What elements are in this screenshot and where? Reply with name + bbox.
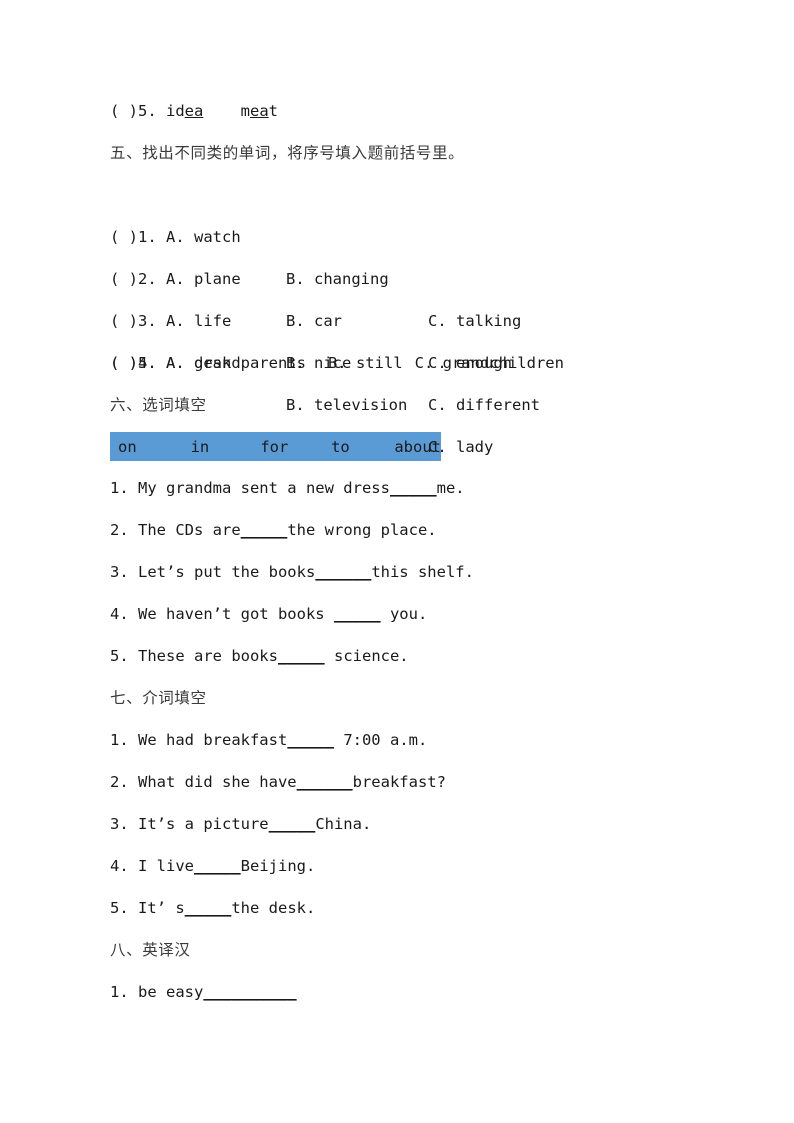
mc-row-5: ( )5. A. grandparents B. still C. grandchi…	[110, 342, 690, 384]
question-text: 3. Let’s put the books	[110, 563, 316, 581]
question-text: 1. My grandma sent a new dress	[110, 479, 390, 497]
mc-option-a: ( )5. A. grandparents	[110, 354, 306, 372]
word-bank-item-in: in	[190, 437, 210, 456]
answer-blank[interactable]: _____	[278, 647, 325, 665]
answer-blank[interactable]: __________	[203, 983, 296, 1001]
section-five-heading: 五、找出不同类的单词，将序号填入题前括号里。	[110, 144, 465, 162]
section-six-question-1: 1. My grandma sent a new dress_____me.	[110, 467, 690, 509]
mc-row-2: ( )2. A. plane B. car C. enough	[110, 216, 690, 372]
question-text-after: you.	[380, 605, 428, 623]
question-text: 1. We had breakfast	[110, 731, 288, 749]
worksheet-page: ( )5. idea meat 五、找出不同类的单词，将序号填入题前括号里。 (…	[0, 0, 794, 1123]
item-underline-1: ea	[184, 102, 204, 120]
question-text-after: the desk.	[231, 899, 316, 917]
answer-blank[interactable]: ______	[315, 563, 371, 581]
section-six-question-5: 5. These are books_____ science.	[110, 635, 690, 677]
question-text: 4. We haven’t got books	[110, 605, 334, 623]
mc-row-1: ( )1. A. watch B. changing C. talking	[110, 174, 690, 330]
section-eight-question-1: 1. be easy__________	[110, 971, 690, 1013]
item-prefix: ( )5. id	[110, 102, 185, 120]
answer-blank[interactable]: _____	[269, 815, 316, 833]
word-bank-item-for: for	[260, 437, 289, 456]
question-text: 4. I live	[110, 857, 194, 875]
section-six-question-3: 3. Let’s put the books______this shelf.	[110, 551, 690, 593]
question-text: 2. The CDs are	[110, 521, 241, 539]
mc-option-c: C. grandchildren	[414, 354, 564, 372]
mc-option-b: B. television	[286, 396, 408, 414]
word-bank-item-to: to	[331, 437, 350, 456]
section-eight-heading: 八、英译汉	[110, 941, 191, 959]
document-content: ( )5. idea meat 五、找出不同类的单词，将序号填入题前括号里。 (…	[110, 90, 690, 1013]
question-text-after: this shelf.	[371, 563, 474, 581]
answer-blank[interactable]: _____	[390, 479, 437, 497]
question-text: 3. It’s a picture	[110, 815, 269, 833]
question-text: 5. It’ s	[110, 899, 185, 917]
mc-row-3: ( )3. A. life B. nice C. different	[110, 258, 690, 414]
item-gap: m	[203, 102, 250, 120]
previous-section-item-5: ( )5. idea meat	[110, 90, 690, 132]
question-text-after: the wrong place.	[287, 521, 437, 539]
section-seven-question-1: 1. We had breakfast_____ 7:00 a.m.	[110, 719, 690, 761]
answer-blank[interactable]: _____	[334, 605, 381, 623]
question-text-after: China.	[315, 815, 372, 833]
question-text-after: me.	[436, 479, 465, 497]
mc-row-4: ( )4. A. desk B. television C. lady	[110, 300, 690, 456]
section-seven-question-3: 3. It’s a picture_____China.	[110, 803, 690, 845]
answer-blank[interactable]: _____	[287, 731, 334, 749]
mc-option-b: B. still	[327, 354, 403, 372]
section-six-question-2: 2. The CDs are_____the wrong place.	[110, 509, 690, 551]
section-seven-question-5: 5. It’ s_____the desk.	[110, 887, 690, 929]
question-text-after: science.	[324, 647, 409, 665]
question-text-after: Beijing.	[240, 857, 316, 875]
section-seven-question-2: 2. What did she have______breakfast?	[110, 761, 690, 803]
item-underline-2: ea	[250, 102, 269, 120]
section-seven-question-4: 4. I live_____Beijing.	[110, 845, 690, 887]
section-six-question-4: 4. We haven’t got books _____ you.	[110, 593, 690, 635]
question-text-after: 7:00 a.m.	[333, 731, 428, 749]
question-text: 1. be easy	[110, 983, 204, 1001]
question-text-after: breakfast?	[352, 773, 446, 791]
answer-blank[interactable]: _____	[241, 521, 288, 539]
answer-blank[interactable]: _____	[194, 857, 241, 875]
section-seven-heading: 七、介词填空	[110, 689, 207, 707]
question-text: 5. These are books	[110, 647, 278, 665]
mc-option-c: C. lady	[428, 438, 494, 456]
answer-blank[interactable]: ______	[297, 773, 353, 791]
answer-blank[interactable]: _____	[185, 899, 232, 917]
mc-option-c: C. different	[428, 396, 540, 414]
question-text: 2. What did she have	[110, 773, 297, 791]
item-suffix: t	[268, 102, 279, 120]
